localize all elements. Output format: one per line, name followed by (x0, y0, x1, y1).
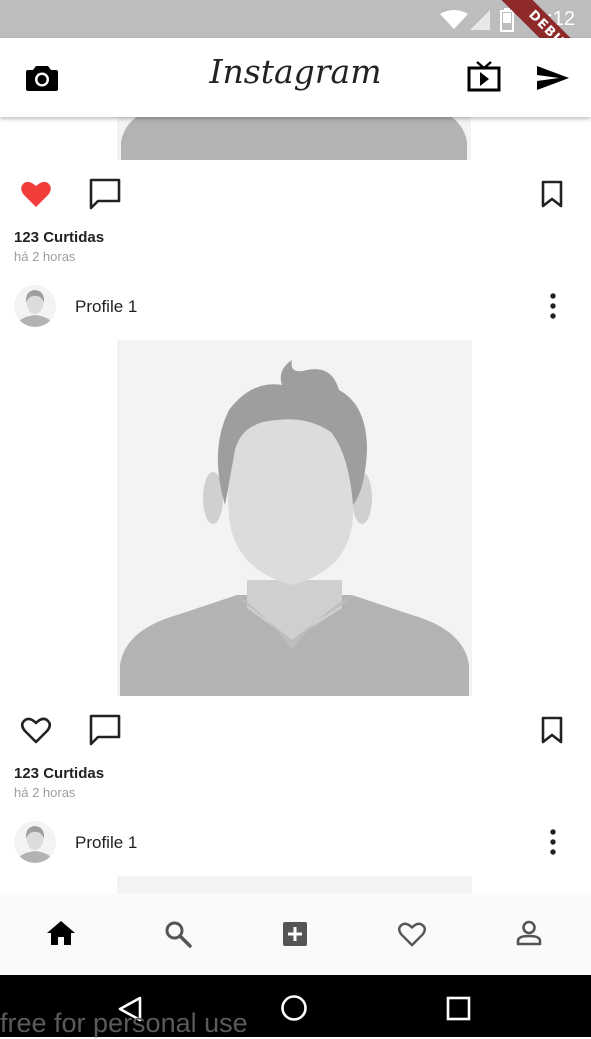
post-time: há 2 horas (14, 249, 76, 264)
home-icon[interactable] (46, 920, 76, 946)
likes-count: 123 Curtidas (14, 765, 105, 782)
post-image[interactable] (117, 340, 472, 696)
post-time: há 2 horas (14, 785, 76, 800)
app-title: Instagram (209, 52, 382, 91)
heart-outline-icon[interactable] (21, 716, 51, 744)
comment-icon[interactable] (89, 178, 121, 210)
heart-filled-icon[interactable] (21, 180, 51, 208)
recents-icon[interactable] (446, 996, 472, 1022)
watermark-text: free for personal use (0, 1008, 248, 1038)
post-image[interactable] (117, 876, 472, 893)
bottom-navigation (0, 893, 591, 975)
send-icon[interactable] (537, 64, 569, 92)
app-bar: Instagram (0, 38, 591, 117)
avatar[interactable] (14, 285, 56, 327)
home-circle-icon[interactable] (280, 994, 308, 1022)
person-placeholder-icon (117, 340, 472, 696)
person-outline-icon[interactable] (516, 920, 542, 946)
post-actions (0, 699, 591, 759)
battery-icon (500, 8, 514, 32)
wifi-icon (440, 10, 468, 29)
bookmark-icon[interactable] (541, 716, 563, 744)
profile-name[interactable]: Profile 1 (75, 297, 137, 317)
likes-count: 123 Curtidas (14, 229, 105, 246)
add-box-icon[interactable] (282, 921, 308, 947)
more-vert-icon[interactable] (547, 293, 559, 319)
post-image[interactable] (117, 117, 471, 160)
person-placeholder-icon (121, 117, 467, 160)
status-bar: 11:12 DEBUG (0, 0, 591, 94)
comment-icon[interactable] (89, 714, 121, 746)
favorite-border-icon[interactable] (397, 921, 427, 947)
igtv-icon[interactable] (467, 60, 501, 92)
avatar[interactable] (14, 821, 56, 863)
post-actions (0, 163, 591, 223)
cellular-signal-icon (470, 10, 490, 30)
bookmark-icon[interactable] (541, 180, 563, 208)
profile-name[interactable]: Profile 1 (75, 833, 137, 853)
more-vert-icon[interactable] (547, 829, 559, 855)
search-icon[interactable] (164, 920, 192, 948)
system-navigation-bar: free for personal use (0, 975, 591, 1038)
